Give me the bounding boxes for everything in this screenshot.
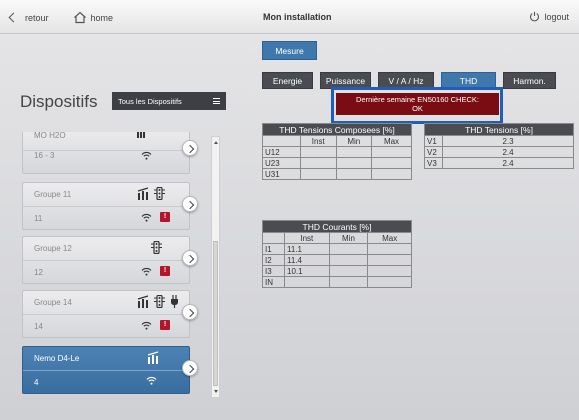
cell-value: 11.4 (284, 254, 330, 266)
device-number: 4 (34, 378, 39, 387)
traffic-light-icon (154, 295, 165, 308)
device-card[interactable]: Groupe 11 11 ! (22, 182, 190, 230)
col-header: Inst (284, 232, 330, 244)
traffic-light-icon (151, 241, 162, 254)
meter-icon (137, 295, 149, 308)
row-label: I3 (262, 265, 285, 277)
tab-energie[interactable]: Energie (262, 72, 313, 89)
meter-icon (137, 187, 149, 200)
col-header: Min (328, 232, 369, 244)
page-title: Mon installation (263, 12, 332, 22)
tab-harmon[interactable]: Harmon. (503, 72, 556, 89)
device-number: 14 (34, 322, 43, 331)
device-open-button[interactable] (182, 250, 198, 266)
col-header: Inst (300, 135, 337, 147)
device-name: Nemo D4-Le (34, 354, 80, 363)
filter-label: Tous les Dispositifs (118, 96, 182, 106)
alert-icon: ! (160, 266, 170, 276)
table-title: THD Tensions Composees [%] (262, 123, 412, 136)
home-icon (73, 11, 86, 24)
row-label: U31 (262, 168, 301, 180)
col-header: Max (367, 232, 412, 244)
table-title: THD Courants [%] (262, 220, 412, 233)
cell-value: 11.1 (284, 243, 330, 255)
logout-label: logout (544, 11, 569, 22)
wifi-icon (141, 321, 152, 330)
device-card[interactable]: Groupe 14 14 ! (22, 290, 190, 338)
device-list[interactable]: MO H2O 16 - 3 Groupe 11 11 ! Groupe 12 1… (20, 132, 224, 402)
col-header (262, 135, 301, 147)
device-number: 16 - 3 (34, 151, 55, 160)
row-label: V3 (424, 157, 443, 169)
cell-value: 2.3 (442, 135, 574, 147)
cell-value: 10.1 (284, 265, 330, 277)
thd-current-table: THD Courants [%] Inst Min Max I1 11.1 I2 1… (262, 220, 412, 288)
wifi-icon (141, 267, 152, 276)
wifi-icon (141, 213, 152, 222)
row-label: IN (262, 276, 285, 288)
row-label: V1 (424, 135, 443, 147)
top-bar: retour home Mon installation logout (0, 0, 579, 34)
device-name: MO H2O (34, 132, 66, 140)
device-filter-select[interactable]: Tous les Dispositifs (112, 92, 226, 110)
device-card-selected[interactable]: Nemo D4-Le 4 (22, 346, 190, 394)
menu-icon (213, 98, 220, 104)
wifi-icon (141, 152, 152, 160)
wifi-icon (146, 377, 157, 385)
plug-icon (171, 295, 178, 308)
highlight-box (331, 87, 503, 124)
back-label: retour (25, 12, 49, 23)
device-card[interactable]: Groupe 12 12 ! (22, 236, 190, 284)
cell-value (284, 276, 330, 288)
thd-voltage-composed-table: THD Tensions Composees [%] Inst Min Max … (262, 123, 412, 180)
devices-title: Dispositifs (20, 92, 98, 111)
meter-icon (147, 351, 159, 364)
alert-icon: ! (160, 212, 170, 222)
cell-value: 2.4 (442, 146, 574, 158)
device-name: Groupe 14 (34, 298, 72, 307)
device-card[interactable]: MO H2O 16 - 3 (22, 132, 190, 174)
row-label: U23 (262, 157, 301, 169)
meter-icon (137, 132, 145, 138)
device-name: Groupe 12 (34, 244, 72, 253)
device-number: 11 (34, 214, 43, 223)
row-label: V2 (424, 146, 443, 158)
home-button[interactable]: home (73, 11, 114, 24)
mesure-button[interactable]: Mesure (262, 41, 317, 60)
back-button[interactable]: retour (8, 12, 49, 23)
alert-icon: ! (160, 320, 170, 330)
row-label: I1 (262, 243, 285, 255)
thd-voltage-table: THD Tensions [%] V1 2.3 V2 2.4 V3 2.4 (424, 123, 574, 169)
table-title: THD Tensions [%] (424, 123, 574, 136)
logout-button[interactable]: logout (529, 11, 569, 22)
power-icon (530, 11, 540, 22)
device-open-button[interactable] (182, 360, 198, 376)
col-header (262, 232, 285, 244)
row-label: I2 (262, 254, 285, 266)
row-label: U12 (262, 146, 301, 158)
device-number: 12 (34, 268, 43, 277)
col-header: Min (335, 135, 373, 147)
device-list-scrollbar[interactable] (211, 136, 220, 398)
device-open-button[interactable] (182, 140, 198, 156)
scroll-up-icon[interactable] (214, 141, 218, 144)
home-label: home (90, 12, 114, 23)
scroll-down-icon[interactable] (214, 390, 218, 393)
chevron-left-icon (8, 12, 19, 23)
device-open-button[interactable] (182, 196, 198, 212)
col-header: Max (371, 135, 412, 147)
traffic-light-icon (154, 187, 165, 200)
cell-value: 2.4 (442, 157, 574, 169)
scroll-thumb[interactable] (213, 241, 218, 386)
device-open-button[interactable] (182, 304, 198, 320)
device-name: Groupe 11 (34, 190, 72, 199)
